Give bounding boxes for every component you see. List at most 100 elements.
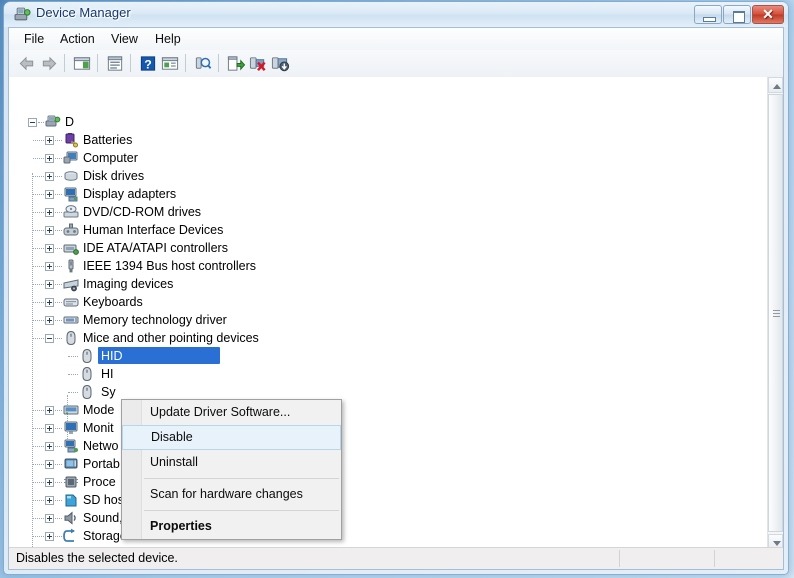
tree-item-label: Human Interface Devices <box>83 223 224 237</box>
tree-dash <box>55 140 62 141</box>
expander-toggle[interactable] <box>45 262 54 271</box>
expander-toggle[interactable] <box>45 406 54 415</box>
tree-dash <box>55 176 62 177</box>
client-area: File Action View Help ? D Batteries Comp… <box>8 27 784 570</box>
status-bar: Disables the selected device. <box>9 547 783 569</box>
menu-file[interactable]: File <box>17 31 51 47</box>
tree-item-memory-technology-driver[interactable]: Memory technology driver <box>9 311 769 329</box>
tree-dash <box>33 500 44 501</box>
tree-dash <box>68 374 78 375</box>
keyboard-icon <box>63 298 79 307</box>
root-dash <box>38 122 44 123</box>
tree-dash <box>55 194 62 195</box>
tree-item-label: Keyboards <box>83 295 143 309</box>
expander-toggle[interactable] <box>45 478 54 487</box>
menu-action[interactable]: Action <box>53 31 102 47</box>
context-menu-item-scan-hardware[interactable]: Scan for hardware changes <box>122 482 341 507</box>
properties-icon[interactable] <box>105 54 125 73</box>
tree-item-imaging-devices[interactable]: Imaging devices <box>9 275 769 293</box>
network-adapter-icon <box>64 439 78 453</box>
expander-toggle[interactable] <box>45 172 54 181</box>
show-hide-action-pane-icon[interactable] <box>160 54 180 73</box>
tree-dash <box>55 158 62 159</box>
update-driver-icon[interactable] <box>226 54 246 73</box>
tree-item-keyboards[interactable]: Keyboards <box>9 293 769 311</box>
tree-child-1[interactable]: HI <box>9 365 769 383</box>
tree-item-ieee-1394-bus-host-controllers[interactable]: IEEE 1394 Bus host controllers <box>9 257 769 275</box>
scroll-up-button[interactable] <box>768 77 783 93</box>
tree-root-row[interactable]: D <box>9 113 769 131</box>
expander-toggle[interactable] <box>45 136 54 145</box>
tree-dash <box>33 338 44 339</box>
root-expander[interactable] <box>28 118 37 127</box>
tree-child-label: Sy <box>101 385 116 399</box>
tree-item-human-interface-devices[interactable]: Human Interface Devices <box>9 221 769 239</box>
context-menu[interactable]: Update Driver Software... Disable Uninst… <box>121 399 342 540</box>
enable-device-icon[interactable] <box>270 54 290 73</box>
menu-view[interactable]: View <box>104 31 145 47</box>
tree-item-label: Disk drives <box>83 169 145 183</box>
tree-dash <box>33 410 44 411</box>
tree-item-dvd-cd-rom-drives[interactable]: DVD/CD-ROM drives <box>9 203 769 221</box>
context-menu-item-disable[interactable]: Disable <box>122 425 341 450</box>
expander-toggle[interactable] <box>45 316 54 325</box>
tree-dash <box>33 212 44 213</box>
memory-icon <box>63 316 79 324</box>
tree-item-label: IEEE 1394 Bus host controllers <box>83 259 257 273</box>
maximize-button[interactable] <box>723 5 751 24</box>
expander-toggle[interactable] <box>45 190 54 199</box>
expander-toggle[interactable] <box>45 532 54 541</box>
close-button[interactable]: ✕ <box>752 5 784 24</box>
vertical-scrollbar[interactable] <box>767 77 783 550</box>
minimize-button[interactable] <box>694 5 722 24</box>
tree-item-display-adapters[interactable]: Display adapters <box>9 185 769 203</box>
tree-dash <box>33 428 44 429</box>
expander-toggle[interactable] <box>45 496 54 505</box>
expander-toggle[interactable] <box>45 280 54 289</box>
expander-toggle[interactable] <box>45 514 54 523</box>
tree-item-batteries[interactable]: Batteries <box>9 131 769 149</box>
minimize-icon <box>703 17 716 22</box>
tree-dash <box>33 284 44 285</box>
expander-toggle[interactable] <box>45 298 54 307</box>
tree-dash <box>55 500 62 501</box>
context-menu-item-properties[interactable]: Properties <box>122 514 341 539</box>
expander-toggle[interactable] <box>45 334 54 343</box>
tree-child-0[interactable]: HID <box>9 347 769 365</box>
tree-item-label: Imaging devices <box>83 277 174 291</box>
tree-item-disk-drives[interactable]: Disk drives <box>9 167 769 185</box>
toolbar-separator-1 <box>64 54 65 72</box>
window-title: Device Manager <box>36 5 131 20</box>
expander-toggle[interactable] <box>45 244 54 253</box>
expander-toggle[interactable] <box>45 154 54 163</box>
tree-dash <box>33 518 44 519</box>
tree-item-computer[interactable]: Computer <box>9 149 769 167</box>
expander-toggle[interactable] <box>45 442 54 451</box>
expander-toggle[interactable] <box>45 208 54 217</box>
tree-dash <box>55 446 62 447</box>
tree-item-ide-ata-atapi-controllers[interactable]: IDE ATA/ATAPI controllers <box>9 239 769 257</box>
tree-item-mice-and-other-pointing-devices[interactable]: Mice and other pointing devices <box>9 329 769 347</box>
sound-icon <box>64 511 76 525</box>
expander-toggle[interactable] <box>45 424 54 433</box>
tree-dash <box>33 176 44 177</box>
context-menu-item-uninstall[interactable]: Uninstall <box>122 450 341 475</box>
back-arrow-icon[interactable] <box>17 54 37 73</box>
storage-controller-icon <box>63 528 75 542</box>
forward-arrow-icon[interactable] <box>39 54 59 73</box>
mouse-icon <box>66 330 76 346</box>
tree-item-label: Mode <box>83 403 115 417</box>
title-bar[interactable]: Device Manager ✕ <box>4 2 788 27</box>
show-hide-console-tree-icon[interactable] <box>72 54 92 73</box>
scrollbar-thumb[interactable] <box>768 94 783 532</box>
scan-for-hardware-changes-icon[interactable] <box>193 54 213 73</box>
tree-dash <box>33 158 44 159</box>
menu-help[interactable]: Help <box>148 31 188 47</box>
help-icon[interactable]: ? <box>138 54 158 73</box>
expander-toggle[interactable] <box>45 226 54 235</box>
expander-toggle[interactable] <box>45 460 54 469</box>
device-tree[interactable]: D Batteries Computer Disk drives Display… <box>9 77 783 550</box>
dvd-drive-icon <box>63 205 79 218</box>
uninstall-device-icon[interactable] <box>248 54 268 73</box>
context-menu-item-update-driver[interactable]: Update Driver Software... <box>122 400 341 425</box>
